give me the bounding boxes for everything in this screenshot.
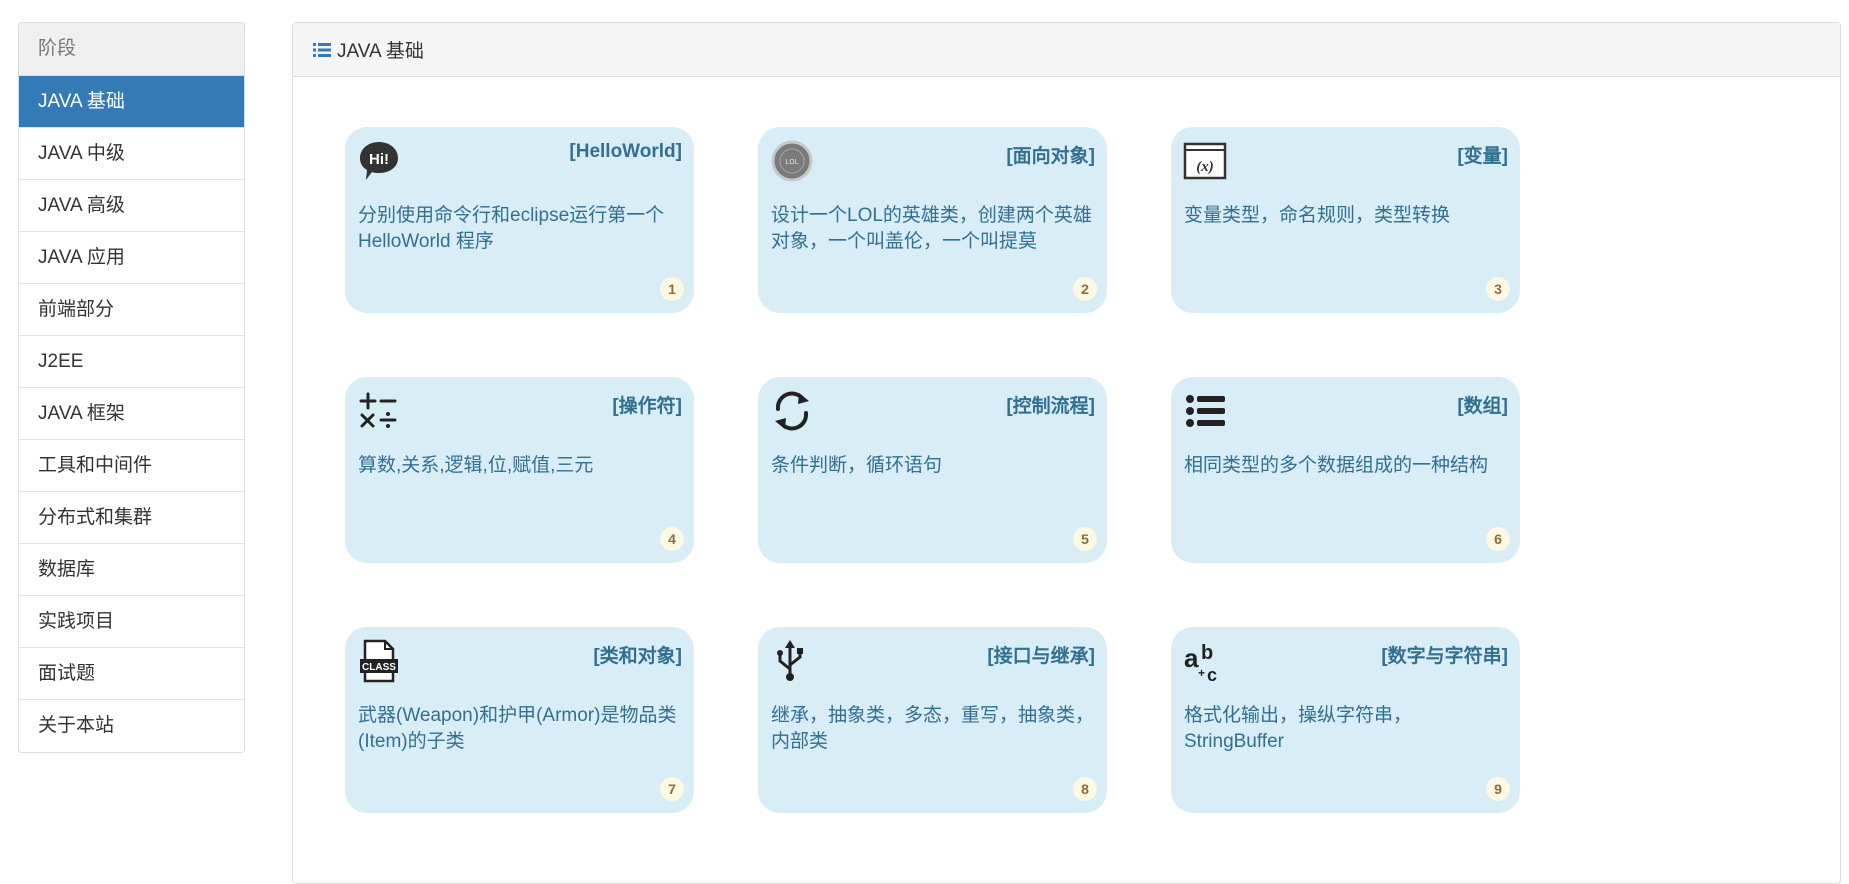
sidebar-item-java-frameworks[interactable]: JAVA 框架 [19,388,244,440]
card-description: 算数,关系,逻辑,位,赋值,三元 [358,455,594,476]
card-title: [类和对象] [593,646,682,667]
loop-arrows-icon [770,389,814,433]
card-number-badge: 8 [1073,777,1097,801]
card-description: 设计一个LOL的英雄类，创建两个英雄对象，一个叫盖伦，一个叫提莫 [771,205,1092,252]
card-number-badge: 5 [1073,527,1097,551]
card-title: [控制流程] [1006,396,1095,417]
card-variables[interactable]: (x) [变量] 变量类型，命名规则，类型转换 3 [1171,127,1520,313]
list-icon [313,42,331,58]
svg-text:c: c [1207,665,1217,683]
sidebar-item-tools-middleware[interactable]: 工具和中间件 [19,440,244,492]
card-arrays[interactable]: [数组] 相同类型的多个数据组成的一种结构 6 [1171,377,1520,563]
svg-text:LOL: LOL [785,159,798,166]
card-description: 分别使用命令行和eclipse运行第一个HelloWorld 程序 [358,205,665,252]
card-number-badge: 4 [660,527,684,551]
card-description: 格式化输出，操纵字符串，StringBuffer [1184,705,1413,752]
sidebar-item-java-basic[interactable]: JAVA 基础 [19,76,244,128]
card-description: 武器(Weapon)和护甲(Armor)是物品类(Item)的子类 [358,705,677,752]
card-oop[interactable]: LOL [面向对象] 设计一个LOL的英雄类，创建两个英雄对象，一个叫盖伦，一个… [758,127,1107,313]
card-description: 继承，抽象类，多态，重写，抽象类，内部类 [771,705,1095,752]
svg-text:Hi!: Hi! [369,151,389,168]
class-file-icon: CLASS [357,639,401,683]
card-number-badge: 1 [660,277,684,301]
math-operators-icon [357,389,401,433]
sidebar-item-java-advanced[interactable]: JAVA 高级 [19,180,244,232]
card-number-badge: 3 [1486,277,1510,301]
card-classes-objects[interactable]: CLASS [类和对象] 武器(Weapon)和护甲(Armor)是物品类(It… [345,627,694,813]
sidebar-item-about[interactable]: 关于本站 [19,700,244,752]
panel-title: JAVA 基础 [337,41,424,62]
card-title: [数组] [1457,396,1508,417]
card-title: [变量] [1457,146,1508,167]
card-interface-inheritance[interactable]: [接口与继承] 继承，抽象类，多态，重写，抽象类，内部类 8 [758,627,1107,813]
card-numbers-strings[interactable]: a b c + [数字与字符串] 格式化输出，操纵字符串，StringBuffe… [1171,627,1520,813]
sidebar-item-distributed-cluster[interactable]: 分布式和集群 [19,492,244,544]
stage-sidebar: 阶段 JAVA 基础 JAVA 中级 JAVA 高级 JAVA 应用 前端部分 … [18,22,245,753]
card-title: [HelloWorld] [569,141,682,162]
variable-icon: (x) [1183,139,1227,183]
abc-text-icon: a b c + [1183,639,1227,685]
sidebar-item-database[interactable]: 数据库 [19,544,244,596]
usb-icon [770,639,814,683]
card-number-badge: 9 [1486,777,1510,801]
svg-text:b: b [1201,642,1213,664]
card-helloworld[interactable]: Hi! [HelloWorld] 分别使用命令行和eclipse运行第一个Hel… [345,127,694,313]
sidebar-item-frontend[interactable]: 前端部分 [19,284,244,336]
card-number-badge: 6 [1486,527,1510,551]
card-title: [接口与继承] [987,646,1095,667]
sidebar-item-interview[interactable]: 面试题 [19,648,244,700]
sidebar-item-j2ee[interactable]: J2EE [19,336,244,388]
card-number-badge: 2 [1073,277,1097,301]
svg-text:+: + [1198,666,1205,680]
card-control-flow[interactable]: [控制流程] 条件判断，循环语句 5 [758,377,1107,563]
sidebar-item-practice-projects[interactable]: 实践项目 [19,596,244,648]
sidebar-header: 阶段 [19,23,244,76]
main-panel: JAVA 基础 Hi! [HelloWorld] 分别使用命令行和eclipse… [292,22,1841,884]
card-title: [数字与字符串] [1381,646,1508,667]
list-bullets-icon [1183,389,1227,433]
card-description: 条件判断，循环语句 [771,455,943,476]
sidebar-item-java-intermediate[interactable]: JAVA 中级 [19,128,244,180]
card-number-badge: 7 [660,777,684,801]
svg-text:CLASS: CLASS [362,662,396,673]
card-description: 相同类型的多个数据组成的一种结构 [1184,455,1489,476]
svg-text:(x): (x) [1196,159,1214,175]
svg-text:a: a [1184,643,1199,673]
card-description: 变量类型，命名规则，类型转换 [1184,205,1451,226]
hi-speech-icon: Hi! [357,139,401,183]
lol-logo-icon: LOL [770,139,814,183]
card-operators[interactable]: [操作符] 算数,关系,逻辑,位,赋值,三元 4 [345,377,694,563]
panel-header: JAVA 基础 [293,23,1840,77]
sidebar-item-java-application[interactable]: JAVA 应用 [19,232,244,284]
card-title: [操作符] [612,396,682,417]
card-title: [面向对象] [1006,146,1095,167]
